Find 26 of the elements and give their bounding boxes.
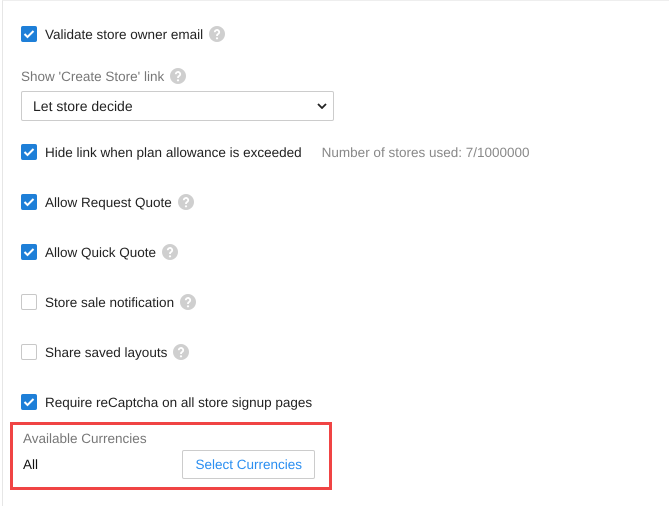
help-icon[interactable] <box>178 194 194 210</box>
checkbox-label: Validate store owner email <box>45 26 204 42</box>
checkbox[interactable] <box>21 144 37 160</box>
checkbox[interactable] <box>21 194 37 210</box>
checkbox[interactable] <box>21 294 37 310</box>
checkbox-label: Store sale notification <box>45 294 174 310</box>
help-icon[interactable] <box>180 294 196 310</box>
help-icon[interactable] <box>209 26 226 42</box>
chevron-down-icon <box>317 103 327 109</box>
checkbox-label: Hide link when plan allowance is exceeded <box>45 144 302 160</box>
help-icon[interactable] <box>162 244 178 260</box>
checkbox[interactable] <box>21 26 37 42</box>
stores-used-note: Number of stores used: 7/1000000 <box>322 144 530 160</box>
checkbox[interactable] <box>21 344 37 360</box>
field-label: Show 'Create Store' link <box>21 68 164 84</box>
dropdown[interactable]: Let store decide <box>21 91 334 121</box>
checkbox-label: Share saved layouts <box>45 344 168 360</box>
field-label: Available Currencies <box>23 431 147 446</box>
currencies-value: All <box>23 457 38 472</box>
checkbox[interactable] <box>21 244 37 260</box>
help-icon[interactable] <box>173 344 190 360</box>
checkbox-label: Require reCaptcha on all store signup pages <box>45 394 312 410</box>
checkbox-label: Allow Quick Quote <box>45 244 156 260</box>
checkbox[interactable] <box>21 394 37 410</box>
checkbox-label: Allow Request Quote <box>45 194 172 210</box>
help-icon[interactable] <box>170 68 186 84</box>
